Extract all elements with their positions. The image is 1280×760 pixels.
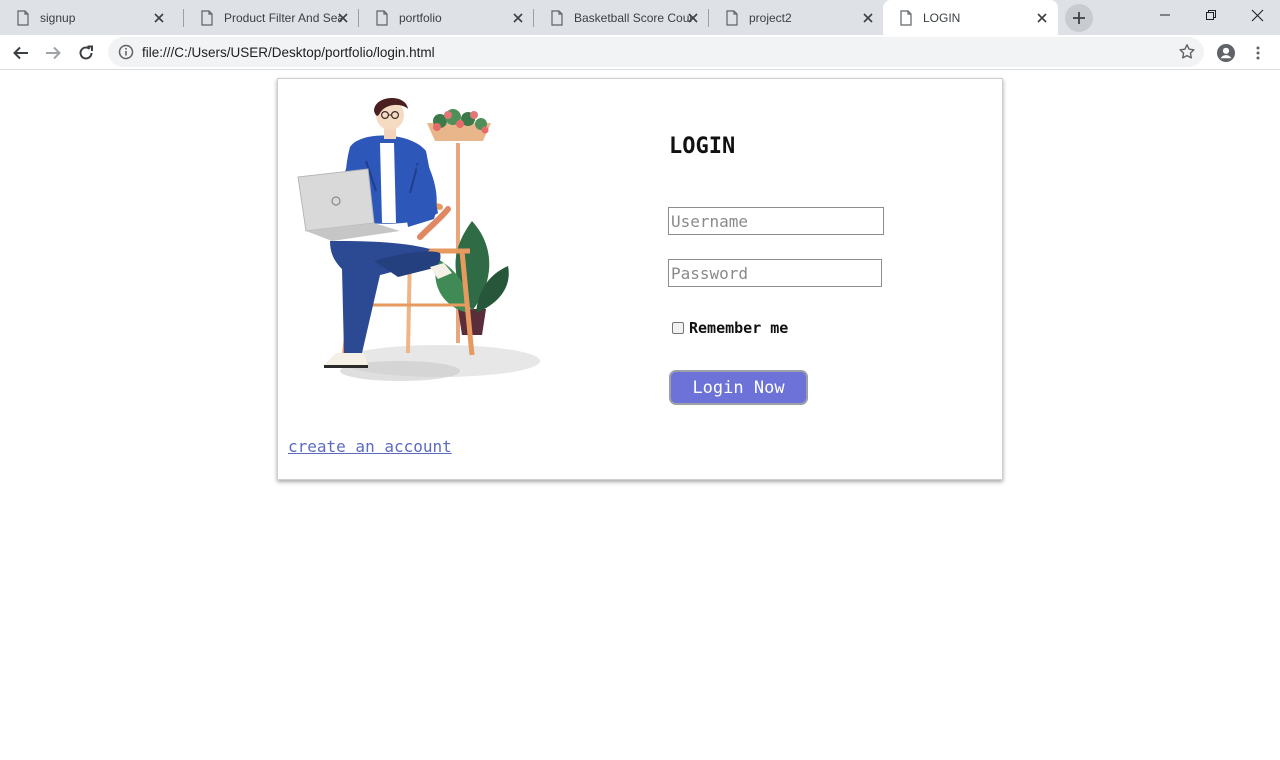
- address-bar[interactable]: file:///C:/Users/USER/Desktop/portfolio/…: [108, 37, 1204, 67]
- new-tab-button[interactable]: [1065, 4, 1093, 32]
- close-icon[interactable]: [1035, 11, 1049, 25]
- document-icon: [376, 9, 388, 26]
- close-icon[interactable]: [861, 11, 875, 25]
- login-card: LOGIN Remember me Login Now create an ac…: [277, 78, 1003, 480]
- tab-portfolio[interactable]: portfolio: [359, 0, 534, 35]
- tab-title: LOGIN: [923, 10, 961, 25]
- tab-strip: signup Product Filter And Search portfol…: [0, 0, 1280, 35]
- tab-title: Product Filter And Search: [224, 10, 342, 25]
- login-heading: LOGIN: [669, 134, 736, 159]
- restore-button[interactable]: [1188, 0, 1234, 30]
- remember-me-checkbox[interactable]: [672, 322, 684, 334]
- tab-title: portfolio: [399, 10, 442, 25]
- close-icon[interactable]: [152, 11, 166, 25]
- password-input[interactable]: [668, 259, 882, 287]
- plus-icon: [1073, 12, 1085, 24]
- browser-toolbar: file:///C:/Users/USER/Desktop/portfolio/…: [0, 35, 1280, 70]
- menu-button[interactable]: [1245, 40, 1271, 66]
- minimize-icon: [1160, 14, 1170, 16]
- more-vert-icon: [1256, 46, 1260, 60]
- document-icon: [900, 9, 912, 26]
- remember-me-row: Remember me: [672, 319, 788, 337]
- restore-icon: [1206, 10, 1216, 20]
- login-now-button[interactable]: Login Now: [669, 370, 808, 405]
- url-text[interactable]: file:///C:/Users/USER/Desktop/portfolio/…: [142, 45, 435, 60]
- account-circle-icon: [1217, 44, 1235, 62]
- minimize-button[interactable]: [1142, 0, 1188, 30]
- close-icon: [1251, 9, 1263, 21]
- bookmark-star-icon[interactable]: [1178, 43, 1196, 61]
- tab-basketball[interactable]: Basketball Score Counter: [534, 0, 709, 35]
- close-icon[interactable]: [686, 11, 700, 25]
- close-icon[interactable]: [511, 11, 525, 25]
- forward-button[interactable]: [38, 38, 68, 68]
- document-icon: [726, 9, 738, 26]
- tab-title: Basketball Score Counter: [574, 10, 692, 25]
- tab-project2[interactable]: project2: [709, 0, 884, 35]
- remember-me-label[interactable]: Remember me: [689, 319, 788, 337]
- back-arrow-icon: [13, 46, 28, 60]
- close-icon[interactable]: [336, 11, 350, 25]
- tab-signup[interactable]: signup: [0, 0, 175, 35]
- forward-arrow-icon: [46, 46, 61, 60]
- tab-title: signup: [40, 10, 76, 25]
- reload-button[interactable]: [71, 38, 101, 68]
- create-account-link[interactable]: create an account: [288, 437, 452, 456]
- reload-icon: [79, 45, 93, 60]
- document-icon: [17, 9, 29, 26]
- document-icon: [551, 9, 563, 26]
- username-input[interactable]: [668, 207, 884, 235]
- profile-button[interactable]: [1213, 40, 1239, 66]
- close-window-button[interactable]: [1234, 0, 1280, 30]
- tab-title: project2: [749, 10, 792, 25]
- tab-product-filter[interactable]: Product Filter And Search: [184, 0, 359, 35]
- back-button[interactable]: [6, 38, 36, 68]
- info-icon[interactable]: [118, 44, 134, 60]
- person-with-laptop-illustration: [297, 97, 540, 381]
- document-icon: [201, 9, 213, 26]
- tab-login[interactable]: LOGIN: [883, 0, 1058, 35]
